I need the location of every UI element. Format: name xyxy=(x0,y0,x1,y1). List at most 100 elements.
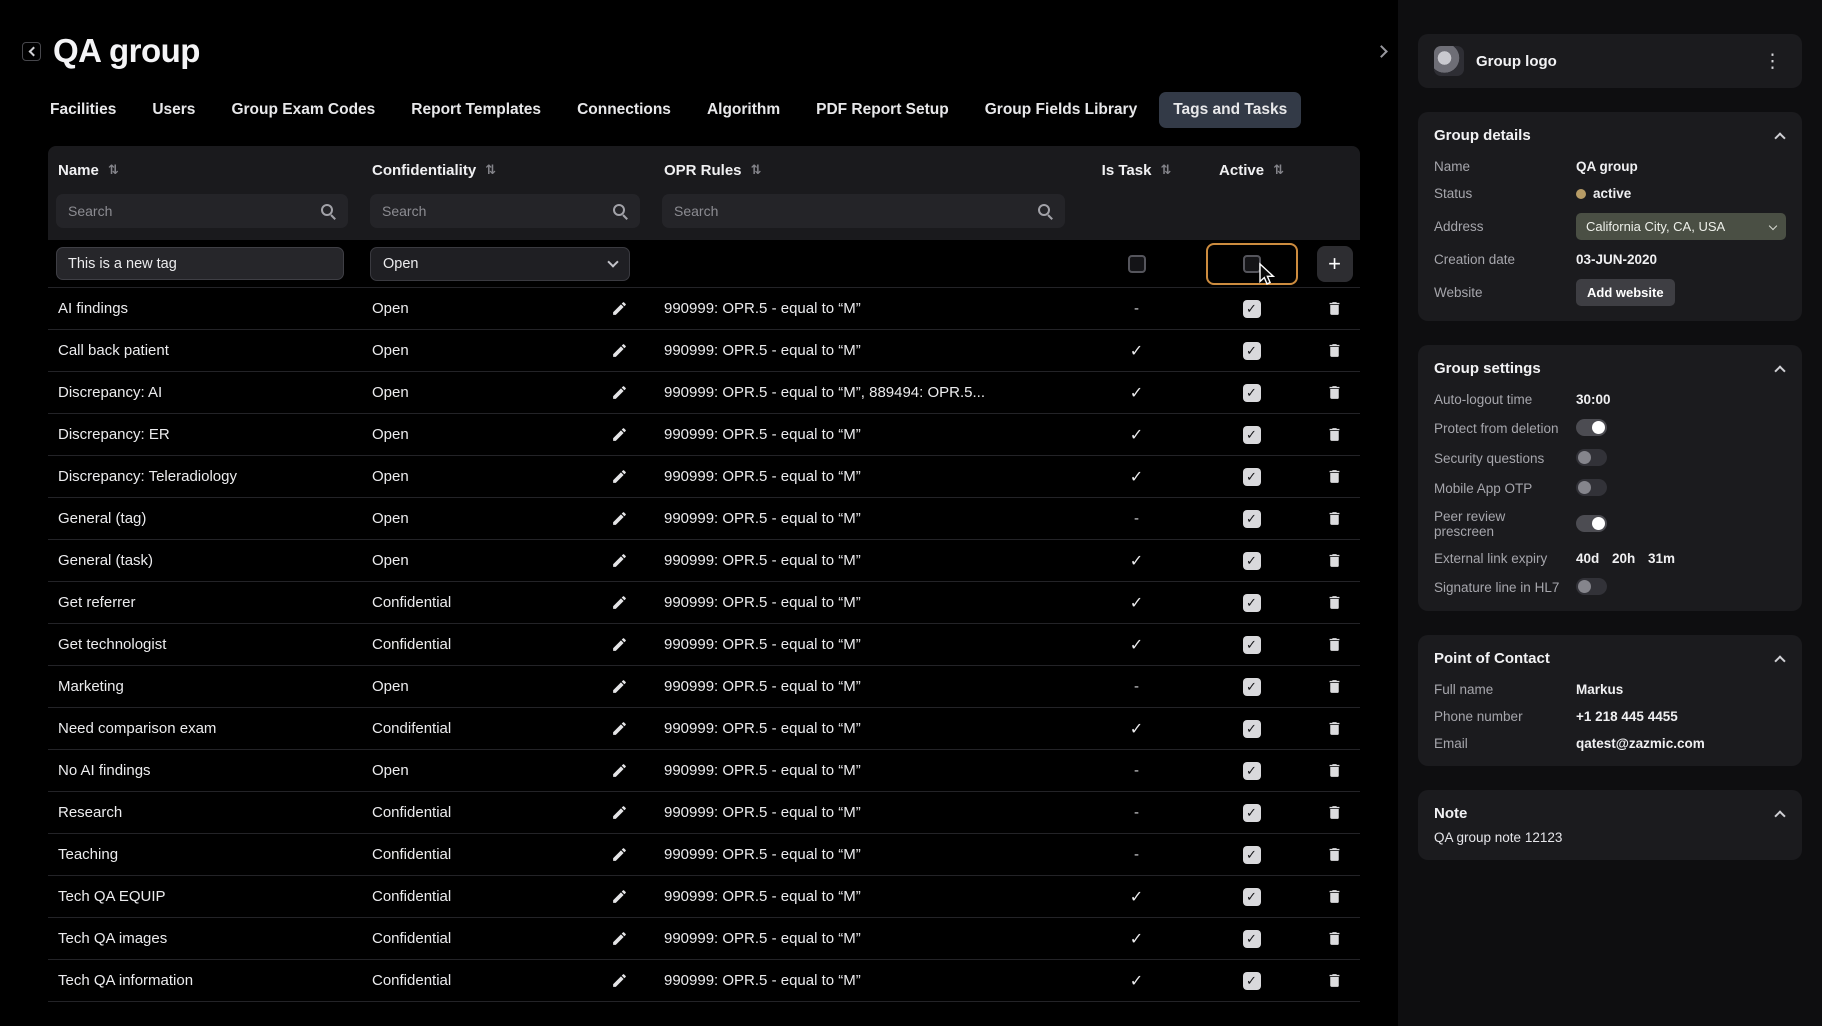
active-checkbox[interactable] xyxy=(1242,551,1261,570)
delete-button[interactable] xyxy=(1326,930,1343,947)
column-header-confidentiality[interactable]: Confidentiality ⇅ xyxy=(362,162,654,179)
address-select[interactable]: California City, CA, USA xyxy=(1576,213,1786,240)
edit-pencil-icon[interactable] xyxy=(611,384,628,401)
edit-pencil-icon[interactable] xyxy=(611,510,628,527)
delete-button[interactable] xyxy=(1326,468,1343,485)
active-checkbox[interactable] xyxy=(1242,425,1261,444)
sort-icon[interactable]: ⇅ xyxy=(751,162,762,178)
delete-button[interactable] xyxy=(1326,552,1343,569)
opr-search-input[interactable] xyxy=(662,194,1065,228)
is-task-check-icon: ✓ xyxy=(1129,888,1144,906)
new-tag-is-task-checkbox[interactable] xyxy=(1127,254,1146,273)
delete-button[interactable] xyxy=(1326,594,1343,611)
confidentiality-search-input[interactable] xyxy=(370,194,640,228)
kebab-menu-icon[interactable]: ⋮ xyxy=(1759,50,1786,73)
sort-icon[interactable]: ⇅ xyxy=(485,162,496,178)
active-checkbox[interactable] xyxy=(1242,887,1261,906)
edit-pencil-icon[interactable] xyxy=(611,468,628,485)
edit-pencil-icon[interactable] xyxy=(611,552,628,569)
active-checkbox[interactable] xyxy=(1242,761,1261,780)
delete-button[interactable] xyxy=(1326,888,1343,905)
tag-name: Need comparison exam xyxy=(58,720,217,737)
tab-algorithm[interactable]: Algorithm xyxy=(693,92,794,128)
edit-pencil-icon[interactable] xyxy=(611,930,628,947)
tab-group-exam-codes[interactable]: Group Exam Codes xyxy=(217,92,389,128)
column-header-active[interactable]: Active ⇅ xyxy=(1194,162,1309,179)
collapse-section-icon[interactable] xyxy=(1774,131,1786,144)
add-website-button[interactable]: Add website xyxy=(1576,279,1675,306)
active-checkbox[interactable] xyxy=(1242,845,1261,864)
tab-report-templates[interactable]: Report Templates xyxy=(397,92,555,128)
tab-users[interactable]: Users xyxy=(138,92,209,128)
confidentiality-value: Open xyxy=(372,300,409,317)
tag-name: General (task) xyxy=(58,552,154,569)
new-tag-confidentiality-select[interactable]: Open xyxy=(370,246,630,281)
tab-tags-and-tasks[interactable]: Tags and Tasks xyxy=(1159,92,1302,128)
tab-pdf-report-setup[interactable]: PDF Report Setup xyxy=(802,92,963,128)
opr-rules: 990999: OPR.5 - equal to “M” xyxy=(664,510,861,527)
panel-collapse-button[interactable] xyxy=(1368,38,1394,64)
tag-name: No AI findings xyxy=(58,762,151,779)
back-button[interactable] xyxy=(22,41,41,61)
opr-rules: 990999: OPR.5 - equal to “M” xyxy=(664,804,861,821)
delete-button[interactable] xyxy=(1326,762,1343,779)
add-tag-button[interactable]: + xyxy=(1316,245,1353,282)
group-logo-card: Group logo ⋮ xyxy=(1418,34,1802,88)
edit-pencil-icon[interactable] xyxy=(611,426,628,443)
delete-button[interactable] xyxy=(1326,300,1343,317)
delete-button[interactable] xyxy=(1326,426,1343,443)
edit-pencil-icon[interactable] xyxy=(611,636,628,653)
toggle-peer-review-prescreen[interactable] xyxy=(1576,515,1607,532)
column-header-is-task[interactable]: Is Task ⇅ xyxy=(1079,162,1194,179)
tab-connections[interactable]: Connections xyxy=(563,92,685,128)
edit-pencil-icon[interactable] xyxy=(611,342,628,359)
tab-facilities[interactable]: Facilities xyxy=(36,92,130,128)
collapse-section-icon[interactable] xyxy=(1774,654,1786,667)
active-checkbox[interactable] xyxy=(1242,341,1261,360)
active-checkbox[interactable] xyxy=(1242,677,1261,696)
active-checkbox[interactable] xyxy=(1242,971,1261,990)
toggle-protect-from-deletion[interactable] xyxy=(1576,419,1607,436)
delete-button[interactable] xyxy=(1326,804,1343,821)
toggle-security-questions[interactable] xyxy=(1576,449,1607,466)
collapse-section-icon[interactable] xyxy=(1774,809,1786,822)
edit-pencil-icon[interactable] xyxy=(611,678,628,695)
active-checkbox[interactable] xyxy=(1242,635,1261,654)
edit-pencil-icon[interactable] xyxy=(611,762,628,779)
delete-button[interactable] xyxy=(1326,846,1343,863)
new-tag-name-input[interactable] xyxy=(56,247,344,280)
tab-group-fields-library[interactable]: Group Fields Library xyxy=(971,92,1151,128)
edit-pencil-icon[interactable] xyxy=(611,300,628,317)
column-header-name[interactable]: Name ⇅ xyxy=(48,162,362,179)
delete-button[interactable] xyxy=(1326,384,1343,401)
tag-name: Get technologist xyxy=(58,636,167,653)
active-checkbox[interactable] xyxy=(1242,383,1261,402)
collapse-section-icon[interactable] xyxy=(1774,364,1786,377)
active-checkbox[interactable] xyxy=(1242,593,1261,612)
delete-button[interactable] xyxy=(1326,636,1343,653)
delete-button[interactable] xyxy=(1326,972,1343,989)
column-header-opr-rules[interactable]: OPR Rules ⇅ xyxy=(654,162,1079,179)
active-checkbox[interactable] xyxy=(1242,803,1261,822)
edit-pencil-icon[interactable] xyxy=(611,888,628,905)
toggle-signature-line-in-hl7[interactable] xyxy=(1576,578,1607,595)
edit-pencil-icon[interactable] xyxy=(611,594,628,611)
delete-button[interactable] xyxy=(1326,720,1343,737)
edit-pencil-icon[interactable] xyxy=(611,804,628,821)
active-checkbox[interactable] xyxy=(1242,467,1261,486)
active-checkbox[interactable] xyxy=(1242,509,1261,528)
active-checkbox[interactable] xyxy=(1242,299,1261,318)
name-search-input[interactable] xyxy=(56,194,348,228)
edit-pencil-icon[interactable] xyxy=(611,972,628,989)
active-checkbox[interactable] xyxy=(1242,719,1261,738)
sort-icon[interactable]: ⇅ xyxy=(1160,162,1171,178)
edit-pencil-icon[interactable] xyxy=(611,846,628,863)
delete-button[interactable] xyxy=(1326,510,1343,527)
delete-button[interactable] xyxy=(1326,342,1343,359)
toggle-mobile-app-otp[interactable] xyxy=(1576,479,1607,496)
sort-icon[interactable]: ⇅ xyxy=(108,162,119,178)
active-checkbox[interactable] xyxy=(1242,929,1261,948)
delete-button[interactable] xyxy=(1326,678,1343,695)
sort-icon[interactable]: ⇅ xyxy=(1273,162,1284,178)
edit-pencil-icon[interactable] xyxy=(611,720,628,737)
